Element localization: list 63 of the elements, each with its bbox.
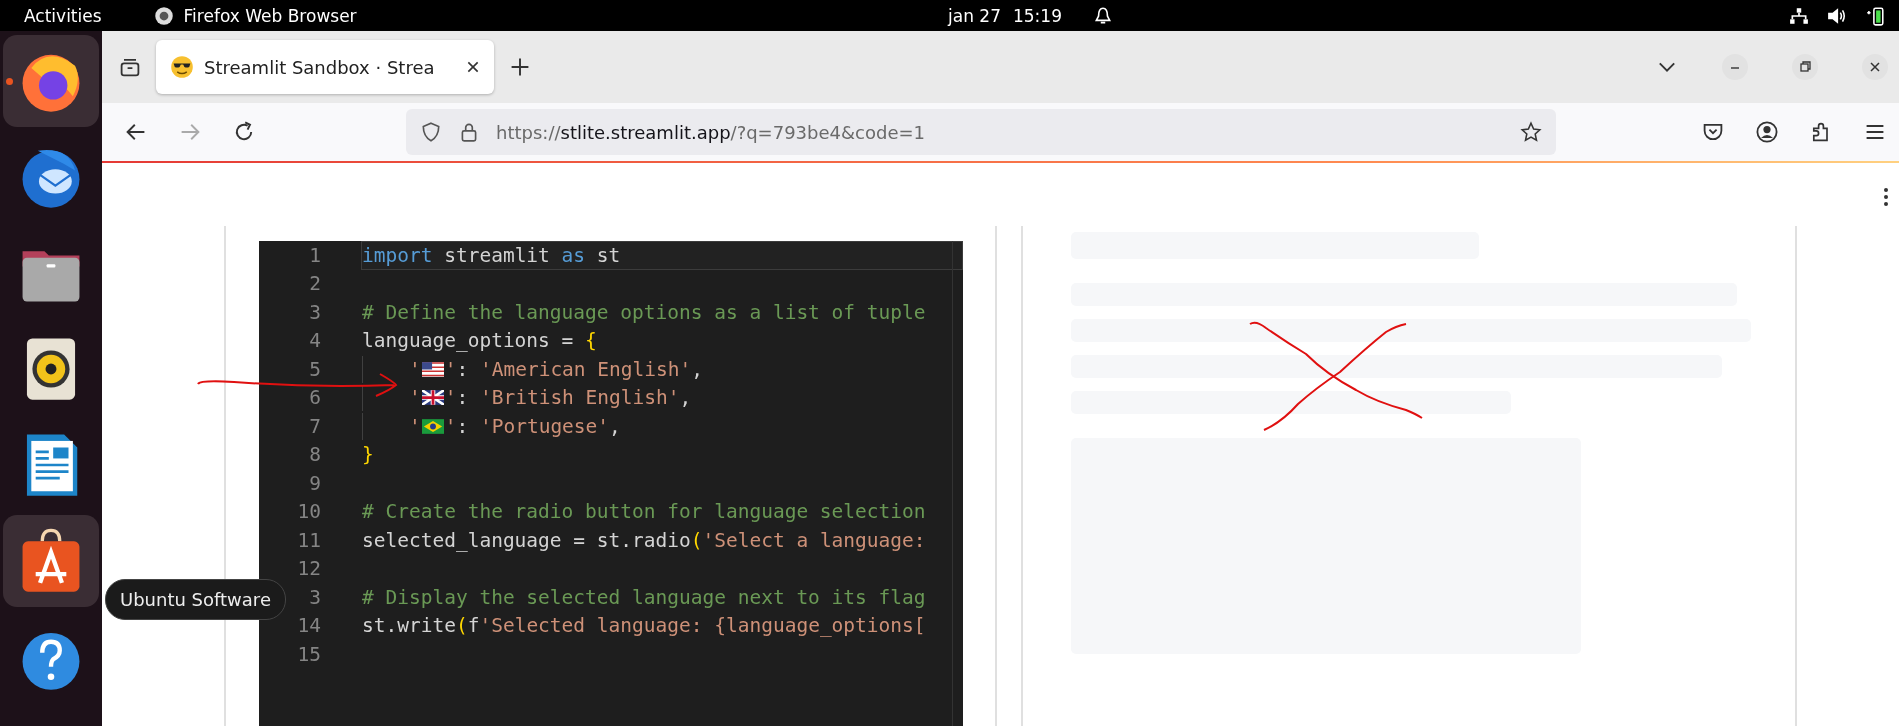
code-text: : [456, 386, 470, 410]
code-text: 'British English' [479, 386, 680, 410]
code-text: ' [444, 357, 457, 381]
code-text: ' [444, 414, 457, 438]
close-icon[interactable] [466, 60, 480, 74]
code-text: , [691, 357, 703, 381]
network-icon[interactable] [1789, 5, 1809, 26]
code-text: ' [408, 414, 421, 438]
line-number: 8 [308, 443, 321, 467]
line-number: 14 [296, 614, 321, 638]
shield-icon [420, 121, 442, 143]
code-text: , [679, 386, 692, 410]
line-number: 6 [308, 386, 321, 410]
code-line: # Define the language options as a list of tuple [362, 300, 926, 324]
dock-store-button[interactable] [3, 515, 99, 607]
line-number: 2 [308, 272, 321, 296]
line-number: 12 [296, 557, 321, 581]
code-text: ' [444, 386, 457, 410]
code-line: language_options = { [362, 329, 597, 353]
code-text: : [456, 414, 470, 438]
code-text: ' [408, 357, 421, 381]
code-line: # Create the radio button for language selection [362, 500, 926, 524]
code-line: selected_language = st.radio('Select a language: [362, 528, 926, 552]
browser-icon [153, 5, 174, 26]
close-window-icon[interactable] [1861, 53, 1889, 81]
code-text: : [456, 357, 470, 381]
url-text: https://stlite.streamlit.app/?q=793be4&code=1 [496, 121, 925, 143]
browser-tab[interactable]: Streamlit Sandbox · Strea [156, 40, 494, 94]
activities-button[interactable]: Activities [24, 5, 102, 26]
dock-tooltip: Ubuntu Software [105, 579, 286, 620]
line-number: 1 [308, 243, 321, 267]
diamond-flag-icon [421, 418, 444, 434]
line-number: 10 [296, 500, 321, 524]
code-line: # Display the selected language next to its flag [362, 585, 926, 609]
line-number: 11 [296, 528, 321, 552]
app-menu[interactable]: Firefox Web Browser [183, 5, 357, 26]
restore-icon[interactable] [1791, 53, 1819, 81]
cross-flag-icon [421, 390, 444, 406]
dock-firefox-button[interactable] [3, 35, 99, 127]
code-line: } [362, 443, 374, 467]
line-number: 3 [308, 300, 321, 324]
sunglasses-face-icon [170, 55, 194, 79]
line-number: 9 [308, 471, 321, 495]
account-icon[interactable] [1755, 120, 1779, 144]
code-text: 'Portugese' [479, 414, 610, 438]
line-number: 15 [296, 642, 321, 666]
code-line: st.write(f'Selected language: {language_options[ [362, 614, 926, 638]
code-line: import streamlit as st [362, 243, 621, 267]
battery-icon[interactable] [1865, 5, 1885, 26]
bell-icon[interactable] [1093, 5, 1112, 26]
time-text[interactable]: 15:19 [1012, 5, 1062, 26]
line-number: 5 [308, 357, 321, 381]
star-icon[interactable] [1520, 121, 1542, 143]
line-number: 7 [308, 414, 321, 438]
line-number: 4 [308, 329, 321, 353]
date-text[interactable]: jan 27 [948, 5, 1001, 26]
striped-flag-icon [421, 361, 444, 377]
code-text: 'American English' [479, 357, 692, 381]
code-text: , [609, 414, 621, 438]
code-text: ' [408, 386, 421, 410]
kebab-menu-icon[interactable] [1883, 187, 1889, 207]
running-indicator [6, 78, 13, 85]
address-bar[interactable]: https://stlite.streamlit.app/?q=793be4&code=1 [406, 109, 1556, 155]
